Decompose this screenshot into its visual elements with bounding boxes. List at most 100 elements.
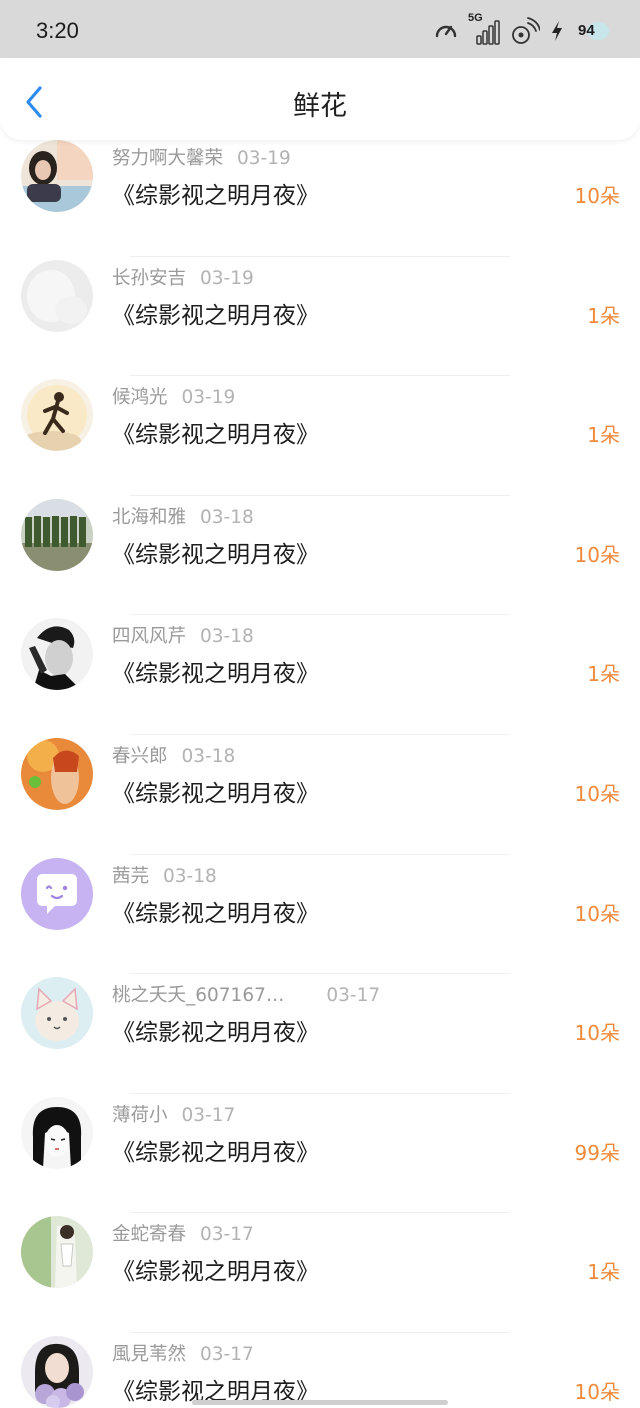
book-title[interactable]: 《综影视之明月夜》 xyxy=(112,535,319,569)
battery-icon: 94 xyxy=(574,19,610,43)
flower-count: 10朵 xyxy=(574,542,620,567)
date: 03-17 xyxy=(326,985,381,1007)
list-item[interactable]: 长孙安吉 03-19 《综影视之明月夜》 1朵 xyxy=(0,259,640,380)
user-line: 風見苇然 03-17 xyxy=(112,1340,254,1366)
divider xyxy=(130,375,510,377)
avatar[interactable] xyxy=(21,737,93,810)
date: 03-19 xyxy=(200,267,254,289)
flower-count: 10朵 xyxy=(574,1379,620,1404)
avatar[interactable] xyxy=(21,618,93,691)
book-title[interactable]: 《综影视之明月夜》 xyxy=(112,415,319,449)
username[interactable]: 桃之夭夭_607167… xyxy=(112,985,284,1006)
list-item[interactable]: 北海和雅 03-18 《综影视之明月夜》 10朵 xyxy=(0,498,640,619)
user-line: 茜芫 03-18 xyxy=(112,862,217,888)
username[interactable]: 金蛇寄春 xyxy=(112,1224,186,1245)
user-line: 长孙安吉 03-19 xyxy=(112,264,254,290)
book-title[interactable]: 《综影视之明月夜》 xyxy=(112,1013,319,1047)
user-line: 桃之夭夭_607167… 03-17 xyxy=(112,981,380,1007)
list-item[interactable]: 春兴郎 03-18 《综影视之明月夜》 10朵 xyxy=(0,737,640,858)
book-title[interactable]: 《综影视之明月夜》 xyxy=(112,1133,319,1167)
date: 03-19 xyxy=(237,148,291,169)
user-line: 金蛇寄春 03-17 xyxy=(112,1220,254,1246)
list-item[interactable]: 薄荷小 03-17 《综影视之明月夜》 99朵 xyxy=(0,1096,640,1217)
username[interactable]: 努力啊大馨荣 xyxy=(112,148,223,169)
divider xyxy=(130,494,510,496)
list-item[interactable]: 候鸿光 03-19 《综影视之明月夜》 1朵 xyxy=(0,379,640,499)
date: 03-19 xyxy=(181,387,236,409)
avatar[interactable] xyxy=(21,259,93,332)
avatar[interactable] xyxy=(21,977,93,1050)
flower-count: 99朵 xyxy=(574,1140,620,1165)
book-title[interactable]: 《综影视之明月夜》 xyxy=(112,654,319,688)
avatar[interactable] xyxy=(21,140,93,212)
divider xyxy=(130,614,510,616)
charging-icon xyxy=(552,21,562,41)
date: 03-18 xyxy=(181,745,236,767)
list-item[interactable]: 風見苇然 03-17 《综影视之明月夜》 10朵 xyxy=(0,1335,640,1408)
username[interactable]: 風見苇然 xyxy=(112,1344,186,1365)
user-line: 北海和雅 03-18 xyxy=(112,503,254,529)
book-title[interactable]: 《综影视之明月夜》 xyxy=(112,774,319,808)
username[interactable]: 春兴郎 xyxy=(112,746,168,767)
flower-count: 10朵 xyxy=(574,1021,620,1046)
flower-count: 10朵 xyxy=(574,184,620,208)
user-line: 候鸿光 03-19 xyxy=(112,383,235,409)
divider xyxy=(130,853,510,855)
signal-icon: 5G xyxy=(468,12,500,46)
status-bar: 3:20 5G 94 xyxy=(0,0,640,60)
page-title: 鲜花 xyxy=(293,91,347,122)
divider xyxy=(130,1092,510,1094)
divider xyxy=(130,1212,510,1214)
wifi-icon xyxy=(512,17,540,44)
user-line: 薄荷小 03-17 xyxy=(112,1101,235,1127)
date: 03-17 xyxy=(200,1343,254,1365)
book-title[interactable]: 《综影视之明月夜》 xyxy=(112,176,319,210)
flower-count: 1朵 xyxy=(587,423,620,448)
divider xyxy=(130,973,510,975)
avatar[interactable] xyxy=(21,1216,93,1289)
status-icons: 5G 94 xyxy=(434,12,610,48)
username[interactable]: 北海和雅 xyxy=(112,507,186,528)
flower-count: 1朵 xyxy=(587,303,620,328)
flower-count: 10朵 xyxy=(574,781,620,806)
list-item[interactable]: 茜芫 03-18 《综影视之明月夜》 10朵 xyxy=(0,857,640,978)
flower-count: 1朵 xyxy=(587,1260,620,1285)
user-line: 春兴郎 03-18 xyxy=(112,742,235,768)
book-title[interactable]: 《综影视之明月夜》 xyxy=(112,894,319,928)
list-item[interactable]: 金蛇寄春 03-17 《综影视之明月夜》 1朵 xyxy=(0,1216,640,1336)
home-indicator[interactable] xyxy=(192,1400,448,1405)
date: 03-17 xyxy=(200,1224,254,1246)
divider xyxy=(130,255,510,257)
date: 03-18 xyxy=(200,626,254,648)
list-item[interactable]: 努力啊大馨荣 03-19 《综影视之明月夜》 10朵 xyxy=(0,140,640,260)
book-title[interactable]: 《综影视之明月夜》 xyxy=(112,1252,319,1286)
flower-count: 1朵 xyxy=(587,662,620,687)
date: 03-18 xyxy=(200,506,254,528)
list-item[interactable]: 四风风芹 03-18 《综影视之明月夜》 1朵 xyxy=(0,618,640,738)
avatar[interactable] xyxy=(21,857,93,930)
flower-list: 努力啊大馨荣 03-19 《综影视之明月夜》 10朵 长孙安吉 03-19 《综影视… xyxy=(0,140,640,1408)
header-bar: 鲜花 xyxy=(0,58,640,140)
divider xyxy=(130,733,510,735)
avatar[interactable] xyxy=(21,1096,93,1169)
avatar[interactable] xyxy=(21,379,93,452)
flower-count: 10朵 xyxy=(574,901,620,926)
status-time: 3:20 xyxy=(36,18,79,43)
avatar[interactable] xyxy=(21,1335,93,1408)
date: 03-17 xyxy=(181,1104,236,1126)
avatar[interactable] xyxy=(21,498,93,571)
speed-icon xyxy=(435,25,457,38)
username[interactable]: 茜芫 xyxy=(112,866,149,887)
username[interactable]: 候鸿光 xyxy=(112,387,168,408)
username[interactable]: 长孙安吉 xyxy=(112,268,186,289)
book-title[interactable]: 《综影视之明月夜》 xyxy=(112,296,319,330)
flower-list-page: 3:20 5G 94 鲜花 努力啊大馨荣 03-19 《综影视之明月夜》 10朵… xyxy=(0,0,640,1408)
username[interactable]: 四风风芹 xyxy=(112,626,186,647)
username[interactable]: 薄荷小 xyxy=(112,1105,168,1126)
date: 03-18 xyxy=(163,865,217,887)
list-item[interactable]: 桃之夭夭_607167… 03-17 《综影视之明月夜》 10朵 xyxy=(0,977,640,1097)
user-line: 四风风芹 03-18 xyxy=(112,622,254,648)
divider xyxy=(130,1331,510,1333)
user-line: 努力啊大馨荣 03-19 xyxy=(112,144,291,170)
battery-level: 94 xyxy=(578,22,595,39)
